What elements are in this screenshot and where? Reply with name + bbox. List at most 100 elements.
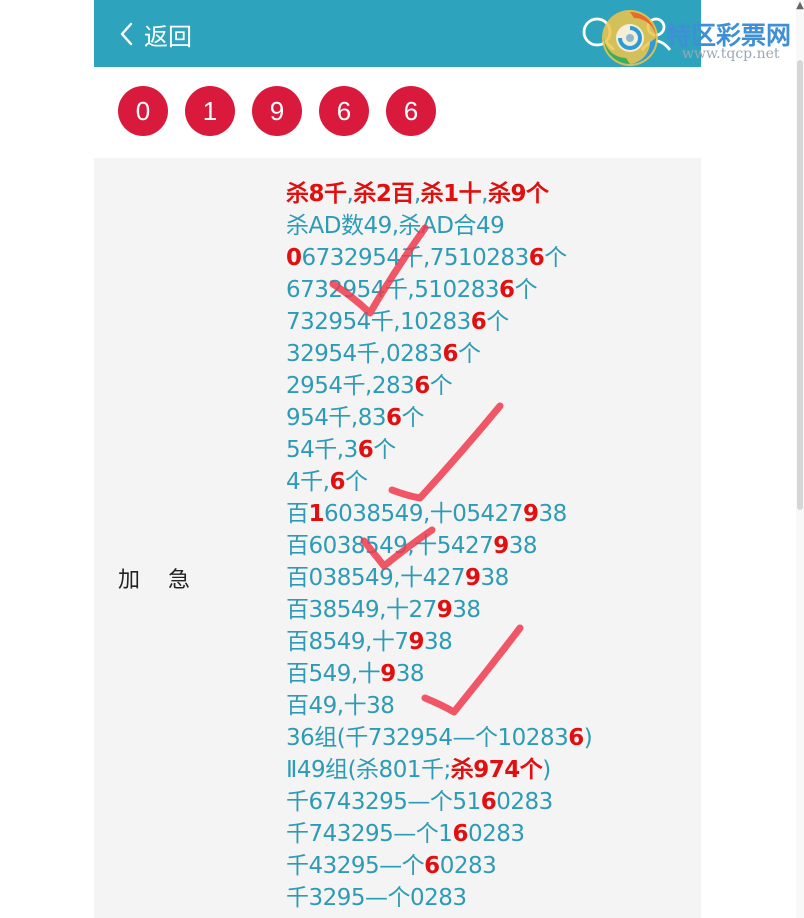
highlighted-text: 6 bbox=[480, 789, 497, 815]
prediction-line: 千6743295—个5160283 bbox=[286, 786, 616, 818]
line-text: 百38549,十27 bbox=[286, 597, 437, 623]
page-margin bbox=[0, 0, 94, 918]
line-text: 个 bbox=[344, 469, 368, 495]
prediction-line: 732954千,102836个 bbox=[286, 306, 616, 338]
row-label: 加 急 bbox=[118, 568, 190, 593]
line-text: 百 bbox=[286, 501, 309, 527]
line-text: 732954千,10283 bbox=[286, 309, 471, 335]
line-text: 38 bbox=[480, 565, 510, 591]
highlighted-text: 杀1十 bbox=[420, 181, 482, 207]
line-text: 个 bbox=[373, 437, 396, 463]
highlighted-text: 1 bbox=[308, 501, 325, 527]
line-text: 百038549,十427 bbox=[286, 565, 466, 591]
line-text: 38 bbox=[538, 501, 567, 527]
highlighted-text: 9 bbox=[436, 597, 453, 623]
prediction-line: 32954千,02836个 bbox=[286, 338, 616, 370]
highlighted-text: 9 bbox=[522, 501, 539, 527]
line-text: 0283 bbox=[467, 821, 525, 847]
logo-swirl-icon bbox=[602, 10, 658, 66]
prediction-line: 954千,836个 bbox=[286, 402, 616, 434]
result-ball: 6 bbox=[319, 86, 369, 136]
line-text: ) bbox=[583, 725, 593, 751]
prediction-line: 百549,十938 bbox=[286, 658, 616, 690]
prediction-line: 百6038549,十5427938 bbox=[286, 530, 616, 562]
prediction-line: 千43295—个60283 bbox=[286, 850, 616, 882]
prediction-line: 百38549,十27938 bbox=[286, 594, 616, 626]
result-ball: 6 bbox=[386, 86, 436, 136]
highlighted-text: 6 bbox=[470, 309, 487, 335]
prediction-line: 千743295—个160283 bbox=[286, 818, 616, 850]
highlighted-text: 杀974个 bbox=[450, 757, 543, 783]
line-text: 38 bbox=[508, 533, 538, 559]
prediction-lines: 杀8千,杀2百,杀1十,杀9个杀AD数49,杀AD合49 06732954千,75… bbox=[286, 178, 616, 914]
line-text: 38 bbox=[452, 597, 481, 623]
line-text: 百6038549,十5427 bbox=[286, 533, 494, 559]
highlighted-text: 6 bbox=[568, 725, 584, 751]
line-text: 百8549,十7 bbox=[286, 629, 409, 655]
line-text: 54千,3 bbox=[286, 437, 358, 463]
line-text: ) bbox=[542, 757, 551, 783]
line-text: 个 bbox=[486, 309, 509, 335]
line-text: 38 bbox=[424, 629, 453, 655]
scroll-thumb[interactable] bbox=[797, 60, 803, 510]
line-text: 6732954千,510283 bbox=[286, 277, 500, 303]
prediction-line: 杀8千,杀2百,杀1十,杀9个 bbox=[286, 178, 616, 210]
highlighted-text: 杀9个 bbox=[487, 181, 549, 207]
highlighted-text: 杀8千 bbox=[286, 181, 347, 207]
line-text: 千43295—个 bbox=[286, 853, 425, 879]
line-text: 4千, bbox=[286, 469, 330, 495]
result-ball: 9 bbox=[252, 86, 302, 136]
result-ball: 1 bbox=[185, 86, 235, 136]
prediction-line: 4千,6个 bbox=[286, 466, 616, 498]
highlighted-text: 杀2百 bbox=[353, 181, 414, 207]
highlighted-text: 6 bbox=[499, 277, 515, 303]
prediction-line: 百8549,十7938 bbox=[286, 626, 616, 658]
highlighted-text: 6 bbox=[452, 821, 468, 847]
line-text: 36组(千732954—个10283 bbox=[286, 725, 569, 751]
prediction-line: 百49,十38 bbox=[286, 690, 616, 722]
line-text: 38 bbox=[395, 661, 425, 687]
highlighted-text: 6 bbox=[424, 853, 440, 879]
back-label: 返回 bbox=[144, 22, 192, 51]
highlighted-text: 0 bbox=[286, 245, 302, 271]
line-text: 3 bbox=[514, 245, 530, 271]
line-text: Ⅱ49组(杀801千; bbox=[286, 757, 451, 783]
highlighted-text: 9 bbox=[380, 661, 396, 687]
line-text: 个 bbox=[514, 277, 538, 303]
prediction-line: Ⅱ49组(杀801千;杀974个) bbox=[286, 754, 616, 786]
highlighted-text: 6 bbox=[385, 405, 402, 431]
vertical-scrollbar[interactable]: ▲ bbox=[796, 0, 804, 918]
line-text: 千6743295—个51 bbox=[286, 789, 481, 815]
prediction-line: 百038549,十427938 bbox=[286, 562, 616, 594]
line-text: 个 bbox=[401, 405, 425, 431]
line-text: 0283 bbox=[439, 853, 497, 879]
line-text: 杀AD数49,杀AD合49 bbox=[286, 213, 505, 239]
line-text: 百49,十38 bbox=[286, 693, 395, 719]
draw-result-balls: 0 1 9 6 6 bbox=[118, 86, 436, 136]
line-text: 0283 bbox=[496, 789, 553, 815]
prediction-line: 百16038549,十05427938 bbox=[286, 498, 616, 530]
prediction-line: 36组(千732954—个102836) bbox=[286, 722, 616, 754]
line-text: 千3295—个0283 bbox=[286, 885, 467, 911]
site-logo: 特区彩票网 www.tqcp.net bbox=[598, 6, 798, 70]
back-button[interactable]: 返回 bbox=[118, 16, 192, 52]
prediction-line: 6732954千,5102836个 bbox=[286, 274, 616, 306]
scroll-up-arrow-icon[interactable]: ▲ bbox=[796, 0, 804, 18]
line-text: 32954千,0283 bbox=[286, 341, 443, 367]
result-ball: 0 bbox=[118, 86, 168, 136]
prediction-line: 2954千,2836个 bbox=[286, 370, 616, 402]
logo-url: www.tqcp.net bbox=[682, 46, 780, 62]
prediction-line: 06732954千,75102836个 bbox=[286, 242, 616, 274]
highlighted-text: 9 bbox=[493, 533, 509, 559]
highlighted-text: 6 bbox=[414, 373, 430, 399]
line-text: 个 bbox=[429, 373, 453, 399]
prediction-line: 杀AD数49,杀AD合49 bbox=[286, 210, 616, 242]
highlighted-text: 6 bbox=[442, 341, 459, 367]
line-text: 千743295—个1 bbox=[286, 821, 453, 847]
prediction-line: 54千,36个 bbox=[286, 434, 616, 466]
line-text: 954千,83 bbox=[286, 405, 386, 431]
line-text: , bbox=[481, 181, 488, 207]
line-text: 6038549,十05427 bbox=[324, 501, 523, 527]
line-text: , bbox=[413, 181, 421, 207]
line-text: 个 bbox=[544, 245, 567, 271]
